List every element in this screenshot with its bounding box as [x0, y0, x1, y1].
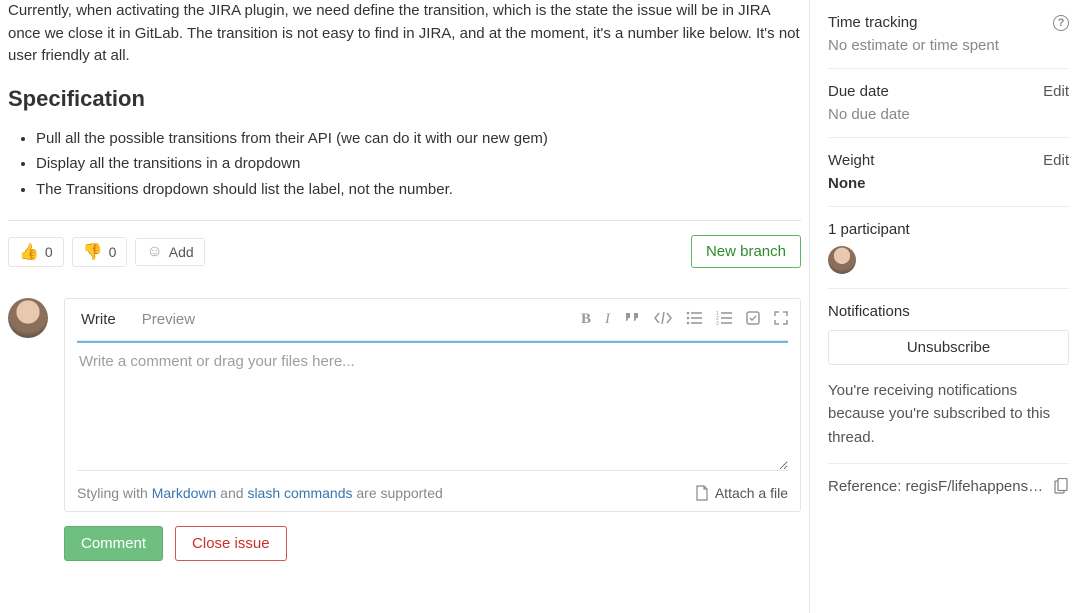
- add-reaction-label: Add: [169, 244, 194, 260]
- comment-editor: Write Preview B I: [64, 298, 801, 512]
- due-date-edit[interactable]: Edit: [1043, 83, 1069, 100]
- bullet-list-icon[interactable]: [686, 311, 702, 328]
- bold-icon[interactable]: B: [581, 311, 591, 328]
- due-date-value: No due date: [828, 106, 1069, 123]
- spec-item: Display all the transitions in a dropdow…: [36, 151, 801, 177]
- issue-description: Currently, when activating the JIRA plug…: [8, 0, 801, 68]
- participants-label: 1 participant: [828, 221, 1069, 238]
- avatar: [8, 298, 48, 338]
- quote-icon[interactable]: [624, 311, 640, 328]
- markdown-link[interactable]: Markdown: [152, 485, 217, 501]
- divider: [8, 220, 801, 221]
- code-icon[interactable]: [654, 311, 672, 328]
- markdown-hint: Styling with Markdown and slash commands…: [77, 485, 443, 501]
- comment-textarea[interactable]: [77, 341, 788, 471]
- tab-preview[interactable]: Preview: [138, 301, 199, 338]
- participant-avatar[interactable]: [828, 246, 856, 274]
- thumbs-up-count: 0: [45, 244, 53, 260]
- thumbs-down-button[interactable]: 👎 0: [72, 237, 128, 267]
- add-reaction-button[interactable]: ☺ Add: [135, 238, 204, 266]
- attach-file-button[interactable]: Attach a file: [695, 485, 788, 501]
- weight-edit[interactable]: Edit: [1043, 152, 1069, 169]
- spec-heading: Specification: [8, 86, 801, 112]
- italic-icon[interactable]: I: [605, 311, 610, 328]
- reference-label: Reference: regisF/lifehappens.t…: [828, 478, 1046, 495]
- weight-value: None: [828, 175, 1069, 192]
- weight-label: Weight: [828, 152, 874, 169]
- thumbs-down-icon: 👎: [83, 242, 103, 262]
- slash-commands-link[interactable]: slash commands: [247, 485, 352, 501]
- new-branch-button[interactable]: New branch: [691, 235, 801, 268]
- notifications-label: Notifications: [828, 303, 1069, 320]
- notifications-note: You're receiving notifications because y…: [828, 379, 1069, 449]
- copy-icon[interactable]: [1054, 478, 1069, 494]
- task-list-icon[interactable]: [746, 311, 760, 328]
- close-issue-button[interactable]: Close issue: [175, 526, 287, 561]
- help-icon[interactable]: ?: [1053, 15, 1069, 31]
- spec-item: Pull all the possible transitions from t…: [36, 126, 801, 152]
- tab-write[interactable]: Write: [77, 301, 120, 338]
- thumbs-up-button[interactable]: 👍 0: [8, 237, 64, 267]
- file-icon: [695, 485, 709, 501]
- time-tracking-value: No estimate or time spent: [828, 37, 1069, 54]
- thumbs-down-count: 0: [109, 244, 117, 260]
- numbered-list-icon[interactable]: 123: [716, 311, 732, 328]
- time-tracking-label: Time tracking: [828, 14, 917, 31]
- svg-text:3: 3: [716, 321, 719, 325]
- fullscreen-icon[interactable]: [774, 311, 788, 328]
- smiley-icon: ☺: [146, 243, 162, 261]
- thumbs-up-icon: 👍: [19, 242, 39, 262]
- comment-button[interactable]: Comment: [64, 526, 163, 561]
- due-date-label: Due date: [828, 83, 889, 100]
- unsubscribe-button[interactable]: Unsubscribe: [828, 330, 1069, 365]
- spec-item: The Transitions dropdown should list the…: [36, 177, 801, 203]
